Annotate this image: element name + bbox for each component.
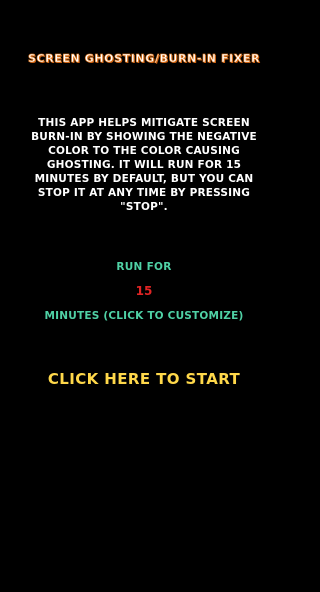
app-title: SCREEN GHOSTING/BURN-IN FIXER <box>27 52 261 66</box>
minutes-value[interactable]: 15 <box>0 284 288 298</box>
start-button[interactable]: CLICK HERE TO START <box>0 370 288 388</box>
customize-minutes-link[interactable]: MINUTES (CLICK TO CUSTOMIZE) <box>0 310 288 322</box>
app-description: THIS APP HELPS MITIGATE SCREEN BURN-IN B… <box>31 117 257 213</box>
run-for-label: RUN FOR <box>116 261 172 273</box>
app-screen: SCREEN GHOSTING/BURN-IN FIXER THIS APP H… <box>0 0 288 592</box>
